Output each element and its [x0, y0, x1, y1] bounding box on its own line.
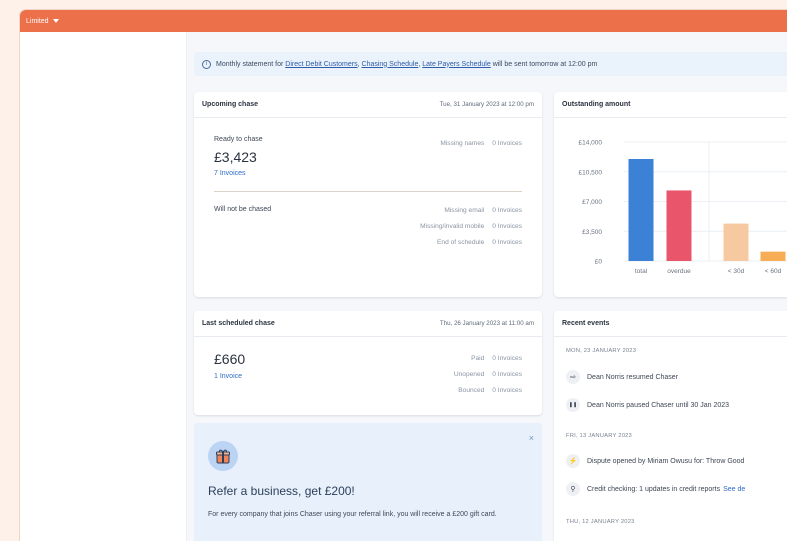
x-tick-label: < 60d: [765, 268, 782, 275]
missing-names-label: Missing names: [440, 139, 485, 147]
event-text: Dean Norris resumed Chaser: [587, 373, 679, 381]
row-value: 0 Invoices: [492, 222, 522, 230]
link-late-payers-schedule[interactable]: Late Payers Schedule: [422, 61, 491, 68]
card-title: Upcoming chase: [202, 101, 259, 108]
close-icon[interactable]: ×: [529, 433, 534, 443]
event-item[interactable]: ⚡ Dispute opened by Miriam Owusu for: Th…: [566, 454, 744, 468]
not-chased-row: Missing/invalid mobile 0 Invoices: [420, 218, 522, 234]
event-item[interactable]: ⇨ Dean Norris resumed Chaser: [566, 370, 678, 384]
caret-down-icon: [52, 19, 59, 23]
card-date: Thu, 26 January 2023 at 11:00 am: [439, 320, 534, 327]
last-scheduled-chase-card: Last scheduled chase Thu, 26 January 202…: [194, 311, 542, 415]
search-icon: ⚲: [566, 482, 580, 496]
event-item[interactable]: ⚲ Credit checking: 1 updates in credit r…: [566, 482, 745, 496]
event-date: THU, 12 JANUARY 2023: [566, 519, 635, 525]
gift-icon: [208, 441, 238, 471]
row-value: 0 Invoices: [492, 370, 522, 378]
row-value: 0 Invoices: [492, 386, 522, 394]
x-tick-label: overdue: [667, 268, 691, 275]
left-panel: [20, 32, 187, 541]
event-text: Dean Norris paused Chaser until 30 Jan 2…: [587, 401, 730, 409]
top-bar: Limited: [20, 10, 787, 32]
row-label: Missing email: [444, 206, 485, 214]
see-details-link[interactable]: See de: [723, 486, 745, 493]
row-label: End of schedule: [437, 238, 485, 246]
not-chased-list: Missing email 0 Invoices Missing/invalid…: [420, 202, 522, 250]
row-value: 0 Invoices: [492, 238, 522, 246]
row-value: 0 Invoices: [492, 354, 522, 362]
ready-amount: £3,423: [214, 149, 257, 165]
card-date: Tue, 31 January 2023 at 12:00 pm: [439, 101, 534, 108]
ready-to-chase-label: Ready to chase: [214, 136, 263, 143]
info-icon: i: [202, 59, 211, 69]
status-row: Unopened 0 Invoices: [454, 366, 522, 382]
card-header: Outstanding amount: [554, 92, 787, 118]
dispute-icon: ⚡: [566, 454, 580, 468]
ready-invoices-link[interactable]: 7 Invoices: [214, 170, 246, 177]
company-name: Limited: [26, 17, 49, 25]
referral-description: For every company that joins Chaser usin…: [208, 511, 497, 518]
event-item[interactable]: ❚❚ Dean Norris paused Chaser until 30 Ja…: [566, 398, 729, 412]
bar-60d: [760, 251, 786, 261]
referral-title: Refer a business, get £200!: [208, 484, 355, 498]
x-tick-label: < 30d: [728, 268, 745, 275]
bar-30d: [723, 223, 749, 261]
not-chased-row: Missing email 0 Invoices: [420, 202, 522, 218]
bar-overdue: [666, 190, 692, 261]
missing-names-value: 0 Invoices: [492, 139, 522, 147]
missing-names-row: Missing names 0 Invoices: [440, 135, 522, 151]
card-header: Upcoming chase Tue, 31 January 2023 at 1…: [194, 92, 542, 118]
banner-prefix: Monthly statement for: [216, 60, 284, 68]
event-text: Dispute opened by Miriam Owusu for: Thro…: [587, 457, 745, 465]
row-value: 0 Invoices: [492, 206, 522, 214]
y-tick-label: £14,000: [579, 140, 603, 147]
card-title: Last scheduled chase: [202, 320, 275, 327]
company-switcher[interactable]: Limited: [26, 18, 59, 25]
last-status-list: Paid 0 Invoices Unopened 0 Invoices Boun…: [454, 350, 522, 398]
bar-total: [628, 159, 654, 261]
outstanding-amount-card: Outstanding amount £0 £3,500 £7,000 £10,500…: [554, 92, 787, 297]
banner-suffix: will be sent tomorrow at 12:00 pm: [492, 60, 598, 68]
not-chased-row: End of schedule 0 Invoices: [420, 234, 522, 250]
row-label: Bounced: [458, 386, 485, 394]
row-label: Missing/invalid mobile: [420, 222, 485, 230]
upcoming-chase-card: Upcoming chase Tue, 31 January 2023 at 1…: [194, 92, 542, 297]
link-chasing-schedule[interactable]: Chasing Schedule: [362, 61, 419, 68]
play-resume-icon: ⇨: [566, 370, 580, 384]
event-text: Credit checking: 1 updates in credit rep…: [587, 485, 721, 493]
event-date: MON, 23 JANUARY 2023: [566, 348, 637, 354]
pause-icon: ❚❚: [566, 398, 580, 412]
recent-events-card: Recent events MON, 23 JANUARY 2023 ⇨ Dea…: [554, 311, 787, 541]
y-tick-label: £7,000: [582, 199, 602, 206]
last-invoices-link[interactable]: 1 Invoice: [214, 373, 242, 380]
statement-banner: i Monthly statement for Direct Debit Cus…: [194, 52, 787, 76]
row-label: Unopened: [453, 370, 485, 378]
not-chased-label: Will not be chased: [214, 206, 272, 213]
card-title: Outstanding amount: [562, 101, 631, 108]
card-header: Recent events: [554, 311, 787, 337]
status-row: Paid 0 Invoices: [454, 350, 522, 366]
card-title: Recent events: [562, 320, 610, 327]
row-label: Paid: [471, 354, 485, 362]
status-row: Bounced 0 Invoices: [454, 382, 522, 398]
outstanding-chart: £0 £3,500 £7,000 £10,500 £14,000 total overdue…: [579, 140, 787, 275]
referral-card: × Refer a business, get £200! For every …: [194, 423, 542, 541]
y-tick-label: £3,500: [582, 229, 602, 236]
y-tick-label: £0: [595, 259, 603, 266]
divider: [214, 191, 522, 192]
y-tick-label: £10,500: [579, 169, 603, 176]
card-header: Last scheduled chase Thu, 26 January 202…: [194, 311, 542, 337]
link-direct-debit-customers[interactable]: Direct Debit Customers: [285, 61, 357, 68]
event-date: FRI, 13 JANUARY 2023: [566, 433, 632, 439]
last-amount: £660: [214, 351, 246, 367]
x-tick-label: total: [635, 268, 648, 275]
